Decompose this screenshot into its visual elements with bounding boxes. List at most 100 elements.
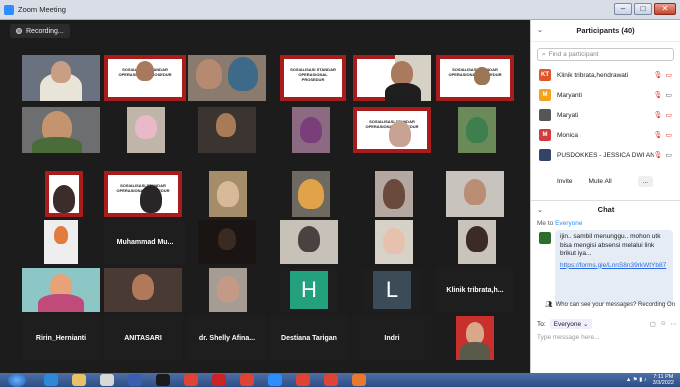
app-icon[interactable] <box>352 374 366 386</box>
participant-row[interactable]: KT Klinik tribrata,hendrawati 🎙︎ ▭ <box>531 65 680 85</box>
participant-name: PUSDOKKES - JESSICA DWI AN... <box>557 151 654 159</box>
video-tile[interactable] <box>45 171 83 217</box>
recipient-select[interactable]: Everyone ⌄ <box>549 319 593 329</box>
opera-icon[interactable] <box>212 374 226 386</box>
participant-name: dr. Shelly Afina... <box>198 334 256 342</box>
tray-icons[interactable]: ▲ ⚑ ▮ ♪ <box>626 377 647 383</box>
chevron-down-icon[interactable]: ⌄ <box>537 206 543 214</box>
participant-actions: Invite Mute All ... <box>531 165 680 189</box>
video-tile[interactable]: SOSIALISASI STANDAR OPERASIONAL PROSEDUR <box>353 107 431 153</box>
record-icon <box>16 28 22 34</box>
media-player-icon[interactable] <box>100 374 114 386</box>
participant-name: Destiana Tarigan <box>281 334 337 342</box>
video-tile[interactable]: SOSIALISASI STANDAR OPERASIONAL PROSEDUR <box>436 55 514 101</box>
video-off-icon: ▭ <box>665 132 672 139</box>
folder-icon[interactable] <box>72 374 86 386</box>
video-tile[interactable] <box>458 220 496 264</box>
zoom-icon[interactable] <box>268 374 282 386</box>
recording-notice[interactable]: 👥︎ Who can see your messages? Recording … <box>545 301 675 309</box>
minimize-button[interactable]: – <box>614 3 632 15</box>
chrome-icon[interactable] <box>324 374 338 386</box>
video-tile[interactable] <box>375 220 413 264</box>
video-tile[interactable]: SOSIALISASI STANDAR OPERASIONAL PROSEDUR <box>280 55 346 101</box>
people-icon: 👥︎ <box>545 302 553 308</box>
video-tile[interactable] <box>292 171 330 217</box>
chat-input[interactable]: Type message here... <box>537 334 600 341</box>
participant-row[interactable]: M Maryanti 🎙︎ ▭ <box>531 85 680 105</box>
avatar: M <box>539 89 551 101</box>
video-tile-active[interactable]: SOSIALISASI STANDAR OPERASIONAL PROSEDUR <box>104 55 186 101</box>
app-icon[interactable] <box>128 374 142 386</box>
video-tile[interactable] <box>280 220 338 264</box>
clock[interactable]: 7:11 PM 3/3/2022 <box>653 374 674 386</box>
video-tile[interactable] <box>188 55 266 101</box>
avatar-initial: H <box>290 271 328 309</box>
maximize-button[interactable]: □ <box>634 3 652 15</box>
message-link[interactable]: https://forms.gle/LnnS8n39rkWtYb87 <box>560 262 668 271</box>
chrome-icon[interactable] <box>240 374 254 386</box>
start-button[interactable] <box>8 373 26 387</box>
zoom-app-icon <box>4 4 14 15</box>
avatar <box>539 149 551 161</box>
recording-label: Recording... <box>26 27 64 35</box>
participant-row[interactable]: Maryati 🎙︎ ▭ <box>531 105 680 125</box>
video-off-icon: ▭ <box>665 72 672 79</box>
video-tile[interactable] <box>22 107 100 153</box>
name-tile[interactable]: Muhammad Mu... <box>104 220 186 264</box>
recipient-name: Everyone <box>555 220 583 227</box>
video-tile[interactable] <box>198 107 256 153</box>
participant-row[interactable]: PUSDOKKES - JESSICA DWI AN... 🎙︎ ▭ <box>531 145 680 165</box>
video-tile[interactable] <box>292 107 330 153</box>
name-tile[interactable]: Indri <box>353 316 431 360</box>
mute-all-button[interactable]: Mute All <box>585 176 616 187</box>
video-tile[interactable] <box>446 171 504 217</box>
browser-icon[interactable] <box>44 374 58 386</box>
avatar-tile[interactable]: L <box>363 268 421 312</box>
invite-button[interactable]: Invite <box>553 176 577 187</box>
video-tile[interactable] <box>44 220 78 264</box>
close-button[interactable]: ✕ <box>654 3 676 15</box>
side-panel: ⌄ Participants (40) ⌕ Find a participant… <box>530 20 680 373</box>
video-tile[interactable]: SOSIALISASI STANDAR OPERASIONAL PROSEDUR <box>104 171 182 217</box>
video-tile[interactable] <box>209 171 247 217</box>
video-tile[interactable] <box>209 268 247 312</box>
name-tile[interactable]: Destiana Tarigan <box>270 316 348 360</box>
app-icon[interactable] <box>156 374 170 386</box>
video-tile[interactable] <box>353 55 431 101</box>
sender-avatar <box>539 232 551 244</box>
mic-muted-icon: 🎙︎ <box>653 132 663 139</box>
message-sender: Me to Everyone <box>537 220 583 227</box>
name-tile[interactable]: Ririn_Hernianti <box>22 316 100 360</box>
participant-name: Indri <box>384 334 400 342</box>
name-tile[interactable]: ANITASARI <box>104 316 182 360</box>
mic-muted-icon: 🎙︎ <box>653 152 663 159</box>
name-tile[interactable]: dr. Shelly Afina... <box>188 316 266 360</box>
video-tile[interactable] <box>127 107 165 153</box>
chat-header: ⌄ Chat <box>531 200 680 218</box>
name-tile[interactable]: Klinik tribrata,h... <box>436 268 514 312</box>
video-tile[interactable] <box>456 316 494 360</box>
video-tile[interactable] <box>22 55 100 101</box>
avatar: KT <box>539 69 551 81</box>
video-tile[interactable] <box>104 268 182 312</box>
participant-name: ANITASARI <box>124 334 162 342</box>
video-tile[interactable] <box>22 268 100 312</box>
more-icon[interactable]: ⋯ <box>671 320 678 328</box>
avatar-tile[interactable]: H <box>280 268 338 312</box>
chevron-down-icon[interactable]: ⌄ <box>537 26 543 34</box>
to-label: To: <box>537 320 546 328</box>
participant-row[interactable]: M Monica 🎙︎ ▭ <box>531 125 680 145</box>
video-tile[interactable] <box>458 107 496 153</box>
video-tile[interactable] <box>375 171 413 217</box>
video-tile[interactable] <box>198 220 256 264</box>
more-button[interactable]: ... <box>637 175 654 187</box>
participants-title: Participants (40) <box>576 26 635 35</box>
emoji-icon[interactable]: ☺ <box>660 320 667 328</box>
search-icon: ⌕ <box>542 50 546 58</box>
message-text: ijin.. sambil menunggu.. mohon utk bisa … <box>560 233 661 257</box>
participant-search[interactable]: ⌕ Find a participant <box>537 48 674 61</box>
file-icon[interactable]: ▢ <box>650 320 656 328</box>
chrome-icon[interactable] <box>184 374 198 386</box>
chrome-icon[interactable] <box>296 374 310 386</box>
recording-indicator[interactable]: Recording... <box>10 24 70 38</box>
